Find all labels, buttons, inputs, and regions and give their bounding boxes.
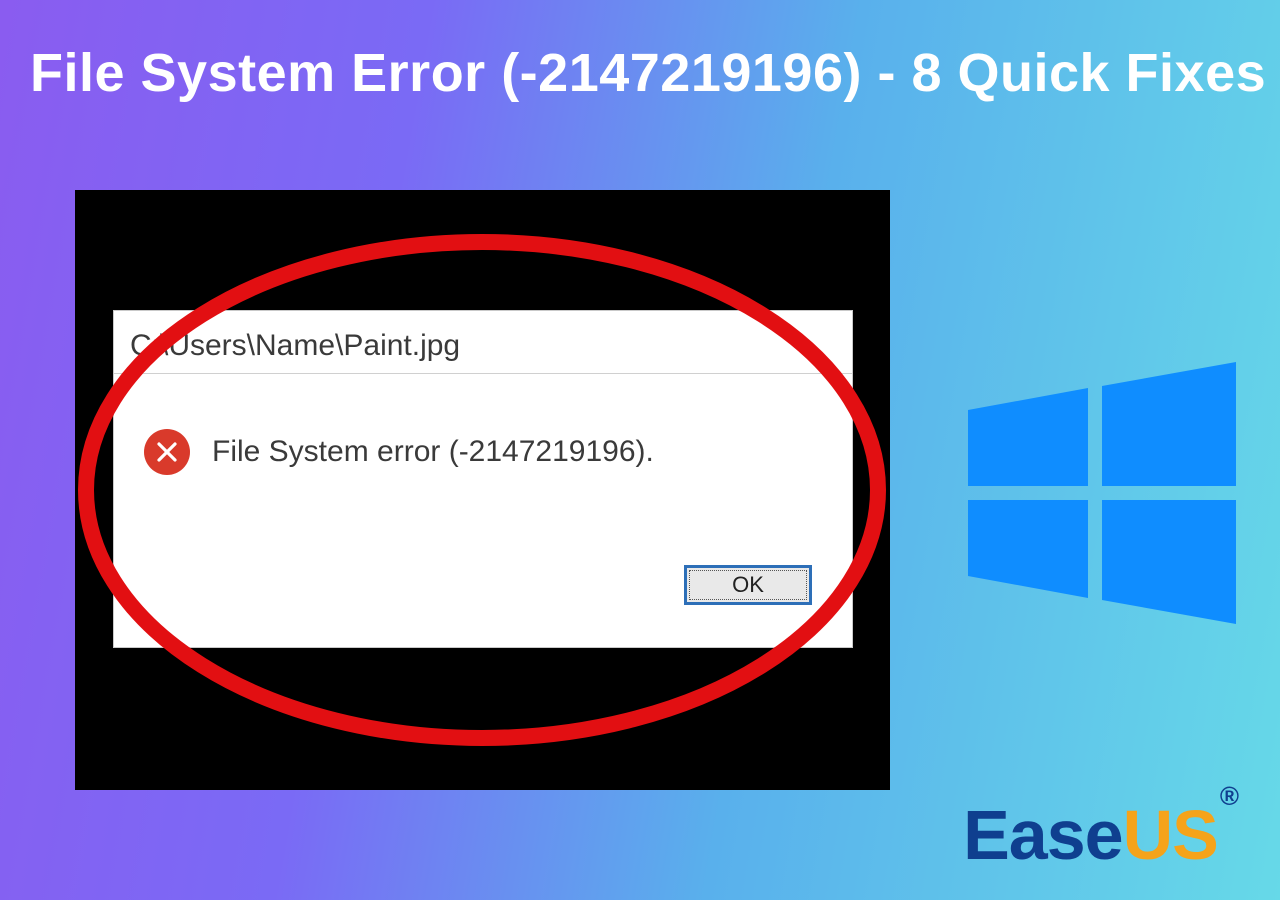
dialog-file-path: C:\Users\Name\Paint.jpg: [130, 329, 460, 363]
ok-button[interactable]: OK: [684, 565, 812, 605]
brand-text-us: US: [1123, 796, 1218, 874]
brand-registered-icon: ®: [1220, 781, 1238, 811]
error-message-text: File System error (-2147219196).: [212, 435, 654, 469]
windows-logo-icon: [960, 352, 1240, 632]
error-row: File System error (-2147219196).: [144, 429, 654, 475]
page-title: File System Error (-2147219196) - 8 Quic…: [30, 42, 1250, 104]
screenshot-panel: C:\Users\Name\Paint.jpg File System erro…: [75, 190, 890, 790]
easeus-brand-logo: EaseUS®: [963, 800, 1236, 870]
brand-text-ease: Ease: [963, 796, 1122, 874]
dialog-separator: [114, 373, 852, 374]
promo-canvas: File System Error (-2147219196) - 8 Quic…: [0, 0, 1280, 900]
error-x-icon: [144, 429, 190, 475]
error-dialog: C:\Users\Name\Paint.jpg File System erro…: [113, 310, 853, 648]
